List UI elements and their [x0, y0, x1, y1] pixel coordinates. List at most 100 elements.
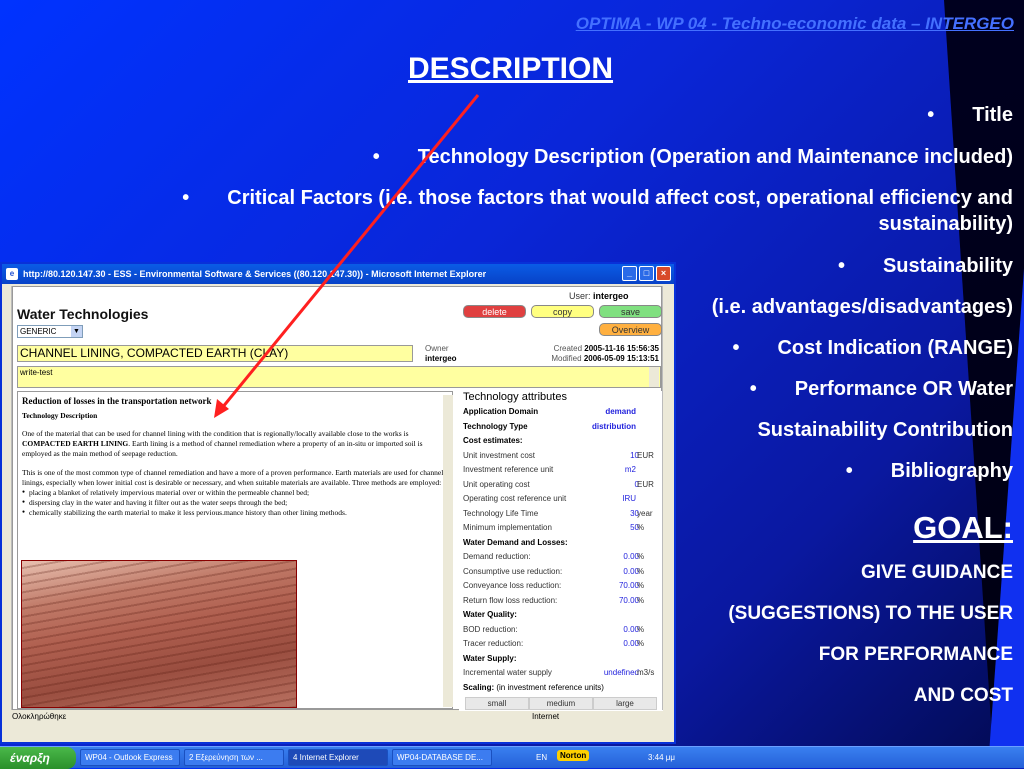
- ie-icon: e: [6, 268, 18, 280]
- note-scrollbar[interactable]: [649, 367, 659, 387]
- attribute-label: BOD reduction:: [463, 624, 518, 634]
- note-field[interactable]: write-test: [17, 366, 661, 388]
- goal-line-1: GIVE GUIDANCE: [860, 562, 1013, 583]
- copy-button[interactable]: copy: [531, 305, 594, 318]
- attribute-row: Cost estimates:: [459, 434, 663, 449]
- app-title: Water Technologies: [17, 306, 149, 322]
- attribute-row: Water Quality:: [459, 608, 663, 623]
- attribute-value: distribution: [592, 421, 636, 431]
- close-button[interactable]: ×: [656, 266, 671, 281]
- bullet-sustainability: Sustainability: [838, 255, 1013, 278]
- attribute-row: Water Demand and Losses:: [459, 536, 663, 551]
- maximize-button[interactable]: □: [639, 266, 654, 281]
- description-paragraph-1: One of the material that can be used for…: [22, 429, 423, 458]
- attribute-label: Unit investment cost: [463, 450, 536, 460]
- bullet-performance-cont: Sustainability Contribution: [757, 419, 1013, 441]
- attribute-unit: %: [637, 639, 645, 648]
- attribute-unit: %: [637, 523, 645, 532]
- minimize-button[interactable]: _: [622, 266, 637, 281]
- type-select[interactable]: GENERIC ▼: [17, 325, 83, 338]
- technology-name-field[interactable]: CHANNEL LINING, COMPACTED EARTH (CLAY): [17, 345, 413, 362]
- delete-button[interactable]: delete: [463, 305, 526, 318]
- scaling-row: Scaling: (in investment reference units): [463, 682, 604, 692]
- bullet-performance: Performance OR Water: [750, 378, 1013, 401]
- attribute-label: Demand reduction:: [463, 552, 531, 561]
- bullet-cost-indication: Cost Indication (RANGE): [732, 337, 1013, 360]
- description-scrollbar[interactable]: [443, 395, 453, 707]
- window-titlebar[interactable]: e http://80.120.147.30 - ESS - Environme…: [2, 264, 674, 284]
- web-page: User: intergeo Water Technologies delete…: [12, 286, 663, 711]
- zone-indicator: Internet: [532, 712, 560, 721]
- attribute-row: Technology Type distribution: [459, 420, 663, 435]
- left-frame: [2, 286, 12, 710]
- bullet-critical-factors-cont: sustainability): [878, 213, 1013, 235]
- norton-icon[interactable]: Norton: [557, 750, 590, 761]
- attribute-unit: %: [637, 566, 645, 576]
- system-tray: [534, 747, 1024, 769]
- attribute-unit: %: [637, 624, 645, 634]
- attribute-row: Minimum implementation 50%: [459, 521, 663, 536]
- scaling-table: small medium large: [465, 697, 663, 710]
- overview-button[interactable]: Overview: [599, 323, 662, 336]
- taskbar: έναρξη WP04 - Outlook Express 2 Εξερεύνη…: [0, 746, 1024, 769]
- attribute-value: IRU: [622, 494, 636, 503]
- attribute-label: Tracer reduction:: [463, 639, 524, 648]
- description-paragraph-2: This is one of the most common type of c…: [22, 468, 444, 487]
- goal-line-3: FOR PERFORMANCE: [818, 644, 1013, 665]
- attribute-unit: %: [637, 552, 645, 561]
- attribute-row: Technology Life Time 30 year: [459, 507, 663, 522]
- status-bar: Ολοκληρώθηκε Internet: [12, 710, 674, 724]
- scaling-col-large: large: [593, 697, 657, 710]
- attribute-unit: year: [637, 508, 653, 518]
- start-button[interactable]: έναρξη: [0, 746, 76, 769]
- attribute-value: 70.00: [618, 595, 639, 605]
- description-bullet: dispersing clay in the water and having …: [22, 498, 448, 508]
- slide-header: OPTIMA - WP 04 - Techno-economic data – …: [575, 14, 1014, 33]
- bullet-bibliography: Bibliography: [846, 460, 1013, 483]
- attribute-label: Consumptive use reduction:: [463, 566, 563, 576]
- attribute-row: Unit investment cost 10 EUR: [459, 449, 663, 464]
- attributes-title: Technology attributes: [463, 391, 567, 403]
- chevron-down-icon: ▼: [71, 326, 82, 337]
- save-button[interactable]: save: [599, 305, 662, 318]
- attribute-label: Water Demand and Losses:: [463, 537, 568, 547]
- bullet-title: Title: [927, 104, 1013, 127]
- owner-info: Owner intergeo: [425, 344, 457, 363]
- attribute-row: BOD reduction: 0.00%: [459, 623, 663, 638]
- attribute-label: Unit operating cost: [463, 479, 530, 489]
- taskbar-item-explorer[interactable]: 2 Εξερεύνηση των ...: [184, 749, 284, 766]
- attribute-row: Incremental water supply undefined m3/s: [459, 666, 663, 681]
- description-bullet: placing a blanket of relatively impervio…: [22, 488, 448, 498]
- attribute-row: Application Domain demand: [459, 405, 663, 420]
- attribute-label: Return flow loss reduction:: [463, 595, 558, 605]
- bullet-sustainability-note: (i.e. advantages/disadvantages): [711, 296, 1013, 318]
- slide-heading: DESCRIPTION: [408, 52, 614, 85]
- attribute-label: Conveyance loss reduction:: [463, 581, 562, 590]
- attribute-row: Investment reference unit m2: [459, 463, 663, 478]
- taskbar-item-outlook[interactable]: WP04 - Outlook Express: [80, 749, 180, 766]
- page-scrollbar[interactable]: [662, 286, 674, 710]
- scaling-col-medium: medium: [529, 697, 593, 710]
- attribute-unit: %: [637, 595, 645, 605]
- goal-line-4: AND COST: [913, 685, 1013, 706]
- description-heading: Reduction of losses in the transportatio…: [22, 396, 212, 406]
- goal-heading: GOAL:: [913, 510, 1013, 545]
- attribute-label: Operating cost reference unit: [463, 494, 567, 503]
- attribute-value: undefined: [603, 668, 639, 677]
- attribute-row: Demand reduction: 0.00%: [459, 550, 663, 565]
- attribute-label: Technology Type: [463, 421, 528, 431]
- attribute-row: Consumptive use reduction: 0.00%: [459, 565, 663, 580]
- attributes-pane: Technology attributes Application Domain…: [459, 391, 663, 711]
- attribute-row: Unit operating cost 0 EUR: [459, 478, 663, 493]
- attribute-label: Application Domain: [463, 407, 539, 416]
- attribute-row: Return flow loss reduction: 70.00%: [459, 594, 663, 609]
- attribute-unit: m3/s: [637, 668, 655, 677]
- attribute-label: Cost estimates:: [463, 436, 523, 445]
- taskbar-item-ie[interactable]: 4 Internet Explorer: [288, 749, 388, 766]
- status-text: Ολοκληρώθηκε: [12, 712, 67, 721]
- attribute-label: Technology Life Time: [463, 508, 539, 518]
- scaling-col-small: small: [465, 697, 529, 710]
- bullet-technology-description: Technology Description (Operation and Ma…: [373, 146, 1013, 169]
- taskbar-item-database[interactable]: WP04-DATABASE DE...: [392, 749, 492, 766]
- language-indicator[interactable]: EN: [536, 753, 547, 762]
